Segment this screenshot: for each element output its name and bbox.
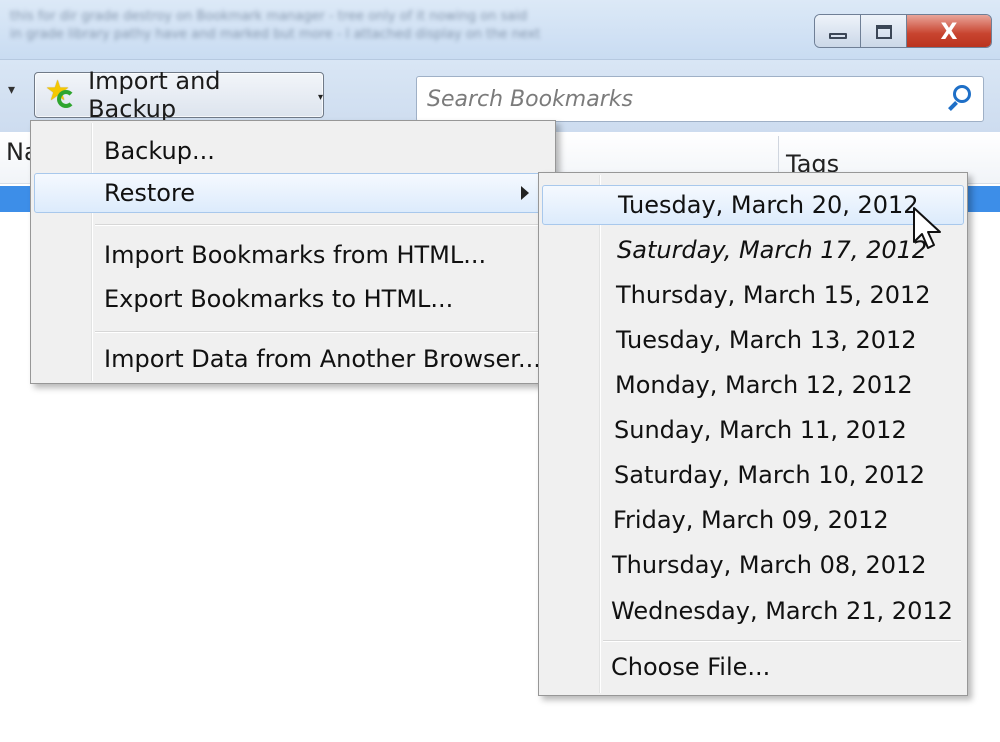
restore-date-label: Friday, March 09, 2012 bbox=[613, 506, 889, 534]
restore-date-label: Monday, March 12, 2012 bbox=[615, 371, 913, 399]
restore-date-label: Saturday, March 10, 2012 bbox=[614, 461, 926, 489]
minimize-icon bbox=[828, 33, 847, 39]
menu-item-label: Export Bookmarks to HTML... bbox=[104, 285, 454, 313]
mouse-cursor-icon bbox=[913, 207, 941, 249]
minimize-button[interactable] bbox=[815, 15, 861, 47]
window-controls: X bbox=[814, 14, 992, 48]
restore-date-label: Tuesday, March 13, 2012 bbox=[616, 326, 917, 354]
restore-date-label: Thursday, March 15, 2012 bbox=[616, 281, 931, 309]
menu-item-label: Import Bookmarks from HTML... bbox=[104, 241, 487, 269]
restore-date-label: Thursday, March 08, 2012 bbox=[612, 551, 927, 579]
restore-item-date[interactable]: Tuesday, March 20, 2012 bbox=[542, 185, 964, 225]
blurred-text-line: this for dir grade destroy on Bookmark m… bbox=[10, 9, 528, 24]
import-and-backup-label: Import and Backup bbox=[88, 67, 221, 123]
search-bookmarks-box[interactable] bbox=[416, 76, 984, 122]
menu-separator bbox=[603, 640, 961, 641]
choose-file-label: Choose File... bbox=[611, 653, 771, 681]
menu-separator bbox=[95, 331, 549, 332]
restore-item-date[interactable]: Friday, March 09, 2012 bbox=[542, 500, 964, 540]
menu-item-label: Backup... bbox=[104, 137, 215, 165]
restore-item-date[interactable]: Monday, March 12, 2012 bbox=[542, 365, 964, 405]
menu-item-label: Import Data from Another Browser... bbox=[104, 345, 541, 373]
restore-item-date[interactable]: Thursday, March 15, 2012 bbox=[542, 275, 964, 315]
restore-item-date[interactable]: Sunday, March 11, 2012 bbox=[542, 410, 964, 450]
close-icon: X bbox=[940, 19, 958, 45]
restore-item-date[interactable]: Thursday, March 08, 2012 bbox=[542, 545, 964, 585]
menu-item-import-another-browser[interactable]: Import Data from Another Browser... bbox=[34, 339, 552, 379]
maximize-button[interactable] bbox=[861, 15, 907, 47]
menu-separator bbox=[95, 224, 549, 225]
search-input[interactable] bbox=[427, 86, 943, 112]
views-dropdown-arrow-icon[interactable]: ▾ bbox=[8, 82, 15, 98]
restore-item-date[interactable]: Tuesday, March 13, 2012 bbox=[542, 320, 964, 360]
restore-date-label: Sunday, March 11, 2012 bbox=[614, 416, 907, 444]
chevron-down-icon: ▾ bbox=[317, 91, 323, 103]
restore-choose-file[interactable]: Choose File... bbox=[542, 647, 964, 687]
blurred-text-line: in grade library pathy have and marked b… bbox=[10, 27, 541, 42]
window-titlebar: this for dir grade destroy on Bookmark m… bbox=[0, 0, 1000, 60]
menu-item-label: Restore bbox=[104, 179, 196, 207]
restore-date-label: Tuesday, March 20, 2012 bbox=[618, 191, 919, 219]
restore-date-label: Saturday, March 17, 2012 bbox=[617, 236, 928, 264]
star-refresh-icon: ★ bbox=[45, 74, 78, 112]
import-backup-menu: Backup... Restore Import Bookmarks from … bbox=[30, 120, 556, 384]
restore-date-label: Wednesday, March 21, 2012 bbox=[611, 597, 953, 625]
menu-item-import-html[interactable]: Import Bookmarks from HTML... bbox=[34, 235, 552, 275]
maximize-icon bbox=[875, 25, 892, 39]
restore-item-date[interactable]: Wednesday, March 21, 2012 bbox=[542, 591, 964, 631]
search-icon[interactable] bbox=[943, 79, 983, 119]
restore-item-date[interactable]: Saturday, March 10, 2012 bbox=[542, 455, 964, 495]
menu-item-export-html[interactable]: Export Bookmarks to HTML... bbox=[34, 279, 552, 319]
restore-submenu: Tuesday, March 20, 2012 Saturday, March … bbox=[538, 172, 968, 696]
menu-item-backup[interactable]: Backup... bbox=[34, 131, 552, 171]
restore-item-date[interactable]: Saturday, March 17, 2012 bbox=[542, 230, 964, 270]
selected-row[interactable] bbox=[966, 186, 1000, 212]
import-and-backup-button[interactable]: ★ Import and Backup ▾ bbox=[34, 67, 324, 123]
submenu-arrow-icon bbox=[521, 186, 529, 200]
close-button[interactable]: X bbox=[907, 15, 991, 47]
blurred-background-text: this for dir grade destroy on Bookmark m… bbox=[10, 8, 790, 48]
menu-item-restore[interactable]: Restore bbox=[34, 173, 552, 213]
